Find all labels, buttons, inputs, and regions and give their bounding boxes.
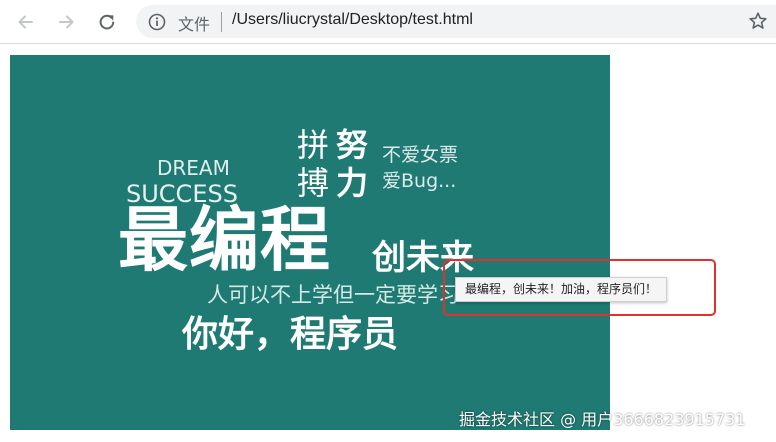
word-pin: 拼 xyxy=(297,126,330,164)
word-note-2: 爱Bug... xyxy=(382,170,457,192)
word-dream: DREAM xyxy=(157,156,230,180)
word-hello: 你好，程序员 xyxy=(182,314,399,355)
browser-toolbar: 文件 /Users/liucrystal/Desktop/test.html xyxy=(0,0,776,44)
address-separator xyxy=(221,12,222,32)
word-nu: 努 xyxy=(336,126,369,164)
word-bo: 搏 xyxy=(297,164,330,202)
word-line: 人可以不上学但一定要学习 xyxy=(207,283,459,307)
address-bar[interactable]: 文件 /Users/liucrystal/Desktop/test.html xyxy=(136,5,776,38)
annotation-highlight-box xyxy=(443,259,716,316)
back-button[interactable] xyxy=(12,8,40,36)
reload-icon xyxy=(99,14,115,30)
forward-button[interactable] xyxy=(52,8,80,36)
info-icon[interactable] xyxy=(148,13,166,31)
arrow-left-icon xyxy=(18,15,33,29)
watermark: 掘金技术社区 @ 用户3666823915731 xyxy=(459,410,746,429)
word-li: 力 xyxy=(336,164,369,202)
word-cloud-image: DREAM SUCCESS 最编程 拼 努 搏 力 不爱女票 爱Bug... 创… xyxy=(10,55,610,430)
scheme-label: 文件 xyxy=(178,15,211,34)
arrow-right-icon xyxy=(59,15,74,29)
word-main: 最编程 xyxy=(118,199,331,281)
url-text[interactable]: /Users/liucrystal/Desktop/test.html xyxy=(232,11,473,29)
reload-button[interactable] xyxy=(93,8,121,36)
word-note-1: 不爱女票 xyxy=(382,144,459,166)
star-icon[interactable] xyxy=(748,11,768,31)
